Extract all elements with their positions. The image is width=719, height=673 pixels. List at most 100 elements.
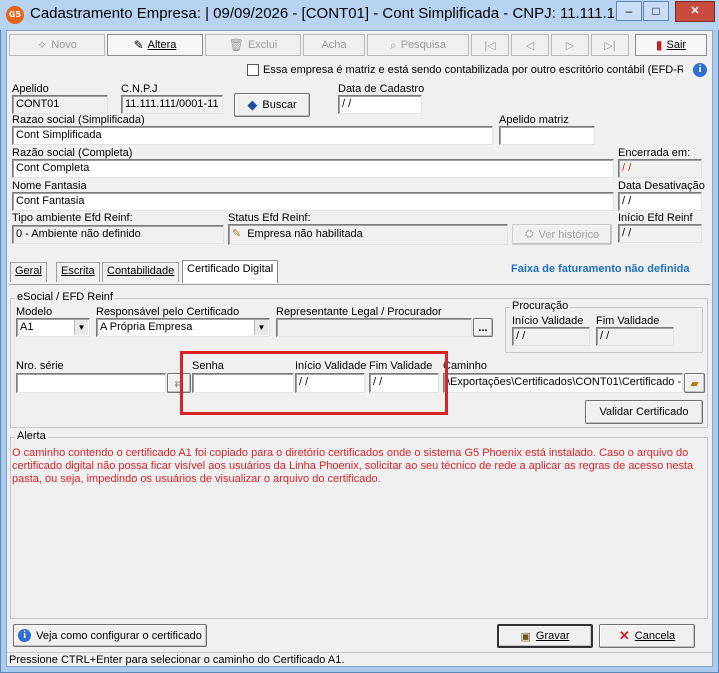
app-icon: G5 — [6, 6, 24, 24]
last-icon: ▷| — [604, 39, 616, 52]
status-efd-label: Status Efd Reinf: — [228, 212, 311, 224]
certificate-icon: ✎ — [232, 228, 242, 240]
info-icon: i — [18, 629, 32, 642]
altera-label: Altera — [147, 39, 177, 51]
nome-fantasia-field[interactable]: Cont Fantasia — [12, 192, 614, 211]
minimize-button[interactable]: – — [616, 1, 642, 21]
prev-record-button[interactable]: ◁ — [511, 34, 549, 56]
apelido-field[interactable]: CONT01 — [12, 95, 108, 114]
proc-inicio-field[interactable]: / / — [512, 327, 590, 346]
chevron-down-icon[interactable]: ▼ — [74, 320, 88, 335]
matriz-checkbox[interactable] — [247, 64, 259, 76]
tab-certificado-digital[interactable]: Certificado Digital — [182, 260, 279, 283]
tab-divider — [9, 284, 710, 285]
tab-geral-label: Geral — [15, 265, 42, 277]
cancela-label: Cancela — [634, 630, 676, 642]
cnpj-field[interactable]: 11.111.111/0001-11 — [121, 95, 223, 114]
veja-como-label: Veja como configurar o certificado — [36, 629, 202, 642]
gravar-label: Gravar — [535, 630, 570, 642]
responsavel-label: Responsável pelo Certificado — [96, 306, 240, 318]
razao-simplificada-field[interactable]: Cont Simplificada — [12, 126, 493, 145]
buscar-button[interactable]: ◆ Buscar — [234, 93, 310, 117]
first-record-button[interactable]: |◁ — [471, 34, 509, 56]
trash-icon: 🗑 — [228, 38, 244, 52]
next-record-button[interactable]: ▷ — [551, 34, 589, 56]
tab-strip: Geral Escrita Contabilidade Certificado … — [7, 260, 712, 284]
modelo-select[interactable]: A1 ▼ — [16, 318, 90, 337]
tab-certificado-digital-label: Certificado Digital — [187, 263, 274, 275]
faixa-faturamento-text: Faixa de faturamento não definida — [511, 263, 690, 275]
last-record-button[interactable]: ▷| — [591, 34, 629, 56]
data-desativacao-field[interactable]: / / — [618, 192, 702, 211]
tab-contabilidade-label: Contabilidade — [107, 265, 175, 277]
pesquisa-label: Pesquisa — [400, 39, 446, 51]
status-efd-value: Empresa não habilitada — [247, 228, 363, 240]
representante-field[interactable] — [276, 318, 472, 337]
nro-serie-field[interactable] — [16, 373, 166, 393]
sair-button[interactable]: ▮ Sair — [635, 34, 707, 56]
close-button[interactable]: ✕ — [675, 1, 715, 22]
apelido-label: Apelido — [12, 83, 49, 95]
caminho-field[interactable]: \Exportações\Certificados\CONT01\Certifi… — [443, 373, 683, 393]
info-icon[interactable]: i — [693, 63, 707, 77]
status-efd-field[interactable]: ✎ Empresa não habilitada — [228, 224, 508, 245]
encerrada-em-field[interactable]: / / — [618, 159, 702, 178]
tab-escrita-label: Escrita — [61, 265, 95, 277]
pesquisa-button[interactable]: ⌕ Pesquisa — [367, 34, 469, 56]
validar-certificado-button[interactable]: Validar Certificado — [585, 400, 703, 424]
exclui-button[interactable]: 🗑 Exclui — [205, 34, 301, 56]
cancel-x-icon: ✕ — [618, 628, 630, 643]
matriz-checkbox-label: Essa empresa é matriz e está sendo conta… — [263, 64, 683, 76]
chevron-down-icon[interactable]: ▼ — [254, 320, 268, 335]
exit-door-icon: ▮ — [655, 38, 663, 52]
tab-escrita[interactable]: Escrita — [56, 262, 100, 282]
encerrada-em-label: Encerrada em: — [618, 147, 691, 159]
highlight-box — [180, 351, 448, 415]
razao-completa-label: Razão social (Completa) — [12, 147, 133, 159]
caminho-browse-button[interactable]: ▰ — [684, 373, 705, 393]
new-icon: ✧ — [37, 38, 48, 52]
search-icon: ◆ — [247, 97, 258, 112]
status-bar: Pressione CTRL+Enter para selecionar o c… — [7, 652, 712, 667]
ver-historico-button[interactable]: ⛭ Ver histórico — [512, 224, 612, 245]
procuracao-title: Procuração — [510, 300, 571, 312]
modelo-value: A1 — [20, 321, 34, 333]
acha-label: Acha — [321, 39, 347, 51]
client-area: ✧ Novo ✎ Altera 🗑 Exclui Acha ⌕ Pesquisa… — [6, 30, 713, 667]
inicio-efd-field[interactable]: / / — [618, 224, 702, 243]
responsavel-select[interactable]: A Própria Empresa ▼ — [96, 318, 270, 337]
modelo-label: Modelo — [16, 306, 53, 318]
sair-label: Sair — [666, 39, 687, 51]
proc-fim-label: Fim Validade — [596, 315, 660, 327]
toolbar: ✧ Novo ✎ Altera 🗑 Exclui Acha ⌕ Pesquisa… — [7, 31, 712, 59]
apelido-matriz-field[interactable] — [499, 126, 595, 145]
razao-completa-field[interactable]: Cont Completa — [12, 159, 614, 178]
caminho-label: Caminho — [443, 360, 488, 372]
binoculars-icon: ⌕ — [390, 37, 397, 52]
apelido-matriz-label: Apelido matriz — [499, 114, 569, 126]
representante-label: Representante Legal / Procurador — [276, 306, 442, 318]
history-icon: ⛭ — [524, 228, 534, 240]
representante-lookup-button[interactable]: ... — [473, 318, 493, 337]
cancela-button[interactable]: ✕ Cancela — [599, 624, 695, 648]
exclui-label: Exclui — [247, 39, 278, 51]
tab-contabilidade[interactable]: Contabilidade — [102, 262, 180, 282]
proc-inicio-label: Início Validade — [512, 315, 584, 327]
proc-fim-field[interactable]: / / — [596, 327, 674, 346]
acha-button[interactable]: Acha — [303, 34, 365, 56]
tab-geral[interactable]: Geral — [10, 262, 47, 282]
altera-button[interactable]: ✎ Altera — [107, 34, 203, 56]
veja-como-button[interactable]: i Veja como configurar o certificado — [13, 624, 207, 647]
maximize-button[interactable]: □ — [643, 1, 669, 21]
nro-serie-label: Nro. série — [16, 360, 64, 372]
edit-icon: ✎ — [133, 38, 144, 52]
data-cadastro-field[interactable]: / / — [338, 95, 422, 114]
nome-fantasia-label: Nome Fantasia — [12, 180, 87, 192]
gravar-button[interactable]: ▣ Gravar — [497, 624, 593, 648]
alerta-text: O caminho contendo o certificado A1 foi … — [12, 447, 694, 485]
tipo-ambiente-field[interactable]: 0 - Ambiente não definido — [12, 225, 224, 244]
inicio-efd-label: Início Efd Reinf — [618, 212, 693, 224]
novo-button[interactable]: ✧ Novo — [9, 34, 105, 56]
prev-icon: ◁ — [525, 39, 535, 52]
esocial-group-title: eSocial / EFD Reinf — [15, 291, 115, 303]
